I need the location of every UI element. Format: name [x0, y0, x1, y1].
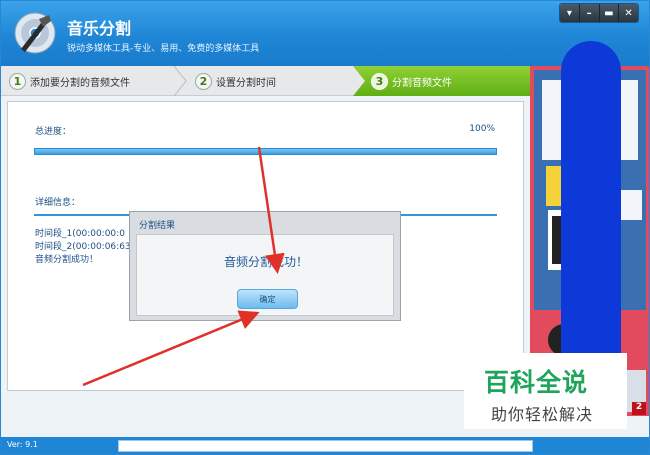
- dialog-title: 分割结果: [139, 221, 176, 231]
- log-line: 时间段_2(00:00:06:63: [35, 242, 131, 252]
- step-3-label: 分割音频文件: [392, 77, 452, 89]
- close-button[interactable]: ✕: [619, 4, 638, 22]
- split-result-dialog: 分割结果 音频分割成功！ 确定: [129, 211, 401, 321]
- app-window: 音乐分割 锐动多媒体工具-专业、易用、免费的多媒体工具 ▾ – ▬ ✕ 1 添加…: [0, 0, 650, 455]
- step-3-number: 3: [371, 72, 388, 90]
- progress-percent: 100%: [469, 124, 495, 134]
- window-controls: ▾ – ▬ ✕: [559, 3, 639, 23]
- watermark-subtitle: 助你轻松解决: [491, 405, 594, 424]
- watermark-title: 百科全说: [484, 368, 589, 397]
- step-2[interactable]: 2 设置分割时间: [195, 66, 276, 96]
- details-label: 详细信息：: [35, 198, 81, 208]
- app-title: 音乐分割: [67, 19, 132, 38]
- total-progress-bar: [34, 148, 497, 155]
- scribble-overlay: [561, 41, 621, 391]
- log-line: 音频分割成功！: [35, 255, 99, 265]
- title-bar: 音乐分割 锐动多媒体工具-专业、易用、免费的多媒体工具 ▾ – ▬ ✕: [1, 1, 649, 66]
- minimize-button[interactable]: –: [579, 4, 600, 22]
- total-progress-label: 总进度：: [35, 127, 72, 137]
- ok-button[interactable]: 确定: [237, 289, 298, 309]
- version-label: Ver: 9.1: [7, 440, 38, 449]
- dialog-body: 音频分割成功！ 确定: [136, 234, 394, 316]
- maximize-button[interactable]: ▬: [599, 4, 620, 22]
- step-1[interactable]: 1 添加要分割的音频文件: [9, 66, 130, 96]
- status-bar: Ver: 9.1: [1, 437, 649, 454]
- step-1-number: 1: [9, 72, 26, 90]
- step-separator-icon: [173, 66, 187, 96]
- log-line: 时间段_1(00:00:00:0: [35, 229, 125, 239]
- step-2-label: 设置分割时间: [216, 77, 276, 89]
- step-3[interactable]: 3 分割音频文件: [371, 66, 452, 96]
- app-subtitle: 锐动多媒体工具-专业、易用、免费的多媒体工具: [67, 44, 260, 54]
- step-bar: 1 添加要分割的音频文件 2 设置分割时间 3 分割音频文件: [1, 66, 531, 96]
- music-cd-logo-icon: [14, 12, 56, 54]
- menu-dropdown-icon[interactable]: ▾: [560, 4, 580, 22]
- dialog-message: 音频分割成功！: [223, 255, 308, 269]
- watermark: 百科全说 助你轻松解决: [464, 353, 627, 429]
- step-1-label: 添加要分割的音频文件: [30, 77, 130, 89]
- status-field: [118, 440, 533, 452]
- ad-page-badge: 2: [632, 402, 646, 415]
- step-2-number: 2: [195, 72, 212, 90]
